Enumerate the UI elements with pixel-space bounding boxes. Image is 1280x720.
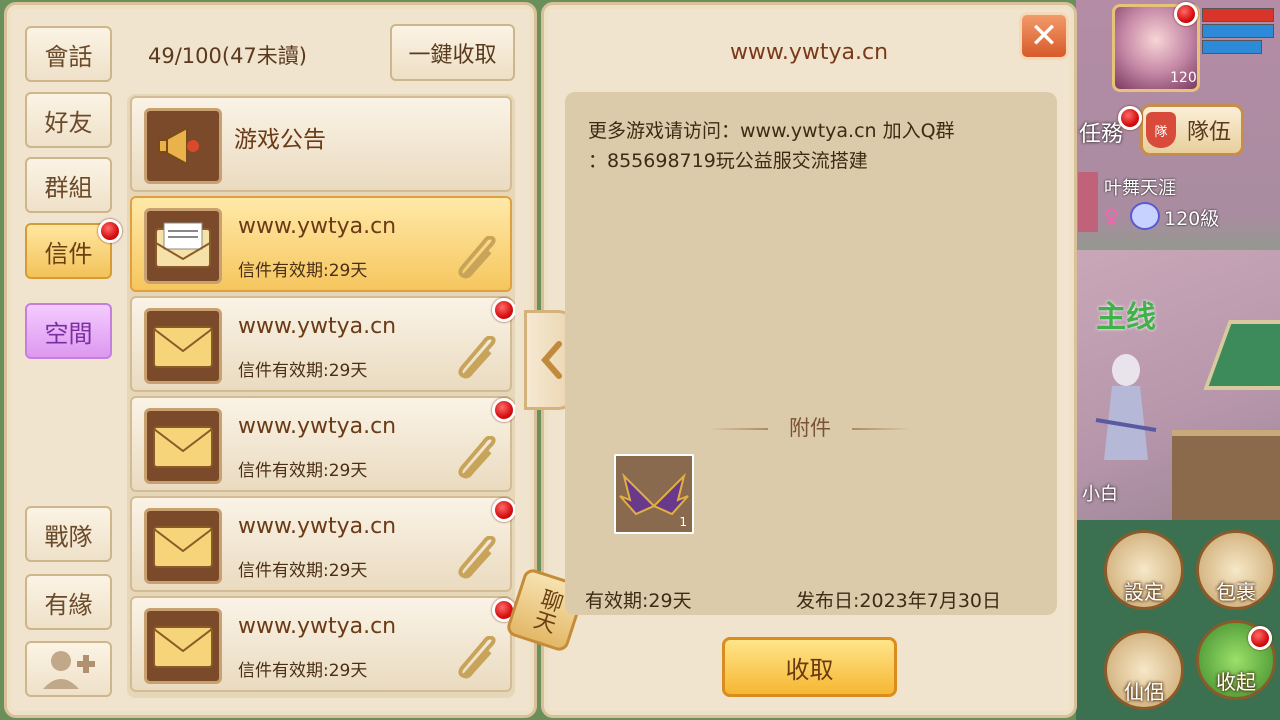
teammate-portrait [1078, 172, 1098, 232]
unread-dot [492, 298, 515, 322]
mail-title: www.ywtya.cn [238, 614, 397, 639]
tab-label: 有緣 [44, 590, 93, 619]
teammate-card[interactable]: 叶舞天涯 ♀ 120級 [1078, 172, 1278, 232]
hp-bar [1202, 8, 1274, 22]
envelope-icon [144, 408, 222, 484]
settings-label: 設定 [1124, 580, 1164, 604]
tab-label: 信件 [44, 239, 93, 268]
tab-label: 群組 [44, 173, 93, 202]
megaphone-icon [144, 108, 222, 184]
envelope-icon [144, 608, 222, 684]
mail-expiry: 信件有效期:29天 [238, 261, 368, 281]
fold-notification-dot [1248, 626, 1272, 650]
tab-conversation[interactable]: 會話 [25, 26, 112, 82]
mail-title: www.ywtya.cn [238, 314, 397, 339]
quest-partial-text: 任務 [1079, 122, 1124, 147]
attachment-item[interactable]: 1 [614, 454, 694, 534]
unread-dot [492, 398, 515, 422]
tab-space[interactable]: 空間 [25, 303, 112, 359]
paperclip-icon [458, 336, 496, 379]
attachment-label: 附件 [789, 416, 831, 440]
avatar-level: 120 [1170, 70, 1197, 86]
unread-dot [492, 498, 515, 522]
mail-expiry: 信件有效期:29天 [238, 661, 368, 681]
mail-expiry: 信件有效期:29天 [238, 361, 368, 381]
mail-title: www.ywtya.cn [238, 514, 397, 539]
quest-text[interactable]: 主线 [1096, 292, 1156, 336]
world-fence [1172, 430, 1280, 520]
tab-mail[interactable]: 信件 [25, 219, 122, 279]
envelope-icon [144, 308, 222, 384]
mail-list[interactable]: 游戏公告 www.ywtya.cn 信件有效期:29天 www.ywtya.cn… [127, 94, 515, 698]
exp-bar [1202, 40, 1262, 54]
mail-validity: 有效期:29天 [585, 590, 692, 612]
paperclip-icon [458, 236, 496, 279]
notice-item[interactable]: 游戏公告 [130, 96, 512, 192]
tab-label: 會話 [44, 42, 93, 71]
chevron-left-icon [541, 341, 562, 379]
mail-expiry: 信件有效期:29天 [238, 561, 368, 581]
mp-bar [1202, 24, 1274, 38]
partner-button[interactable]: 仙侶 [1104, 630, 1184, 710]
open-letter-icon [144, 208, 222, 284]
bag-label: 包裹 [1216, 580, 1256, 604]
mail-detail-title: www.ywtya.cn [729, 40, 889, 65]
settings-button[interactable]: 設定 [1104, 530, 1184, 610]
avatar-notification-dot [1174, 2, 1198, 26]
partner-label: 仙侶 [1124, 680, 1164, 704]
tab-label: 好友 [44, 108, 93, 137]
team-label: 隊伍 [1186, 120, 1231, 145]
teammate-name: 叶舞天涯 [1104, 178, 1176, 199]
tab-team[interactable]: 戰隊 [25, 506, 112, 562]
envelope-icon [144, 508, 222, 584]
mail-item[interactable]: www.ywtya.cn 信件有效期:29天 [130, 496, 515, 592]
paperclip-icon [458, 636, 496, 679]
teammate-level: 120級 [1164, 208, 1220, 230]
mail-item[interactable]: www.ywtya.cn 信件有效期:29天 [130, 596, 515, 692]
female-icon: ♀ [1104, 204, 1119, 228]
tab-label: 戰隊 [44, 522, 93, 551]
receive-button[interactable]: 收取 [722, 637, 897, 697]
paperclip-icon [458, 536, 496, 579]
mail-expiry: 信件有效期:29天 [238, 461, 368, 481]
tab-friends[interactable]: 好友 [25, 92, 112, 148]
team-badge-icon: 隊 [1146, 112, 1176, 148]
mail-count: 49/100(47未讀) [148, 44, 307, 68]
add-person-icon [42, 651, 95, 689]
mail-title: www.ywtya.cn [238, 214, 397, 239]
collect-all-button[interactable]: 一鍵收取 [390, 24, 515, 81]
team-notification-dot [1118, 106, 1142, 130]
add-friend-button[interactable] [25, 641, 112, 697]
tab-affinity[interactable]: 有緣 [25, 574, 112, 630]
notice-title: 游戏公告 [234, 127, 326, 153]
npc-name[interactable]: 小白 [1082, 480, 1118, 506]
paperclip-icon [458, 436, 496, 479]
mail-item[interactable]: www.ywtya.cn 信件有效期:29天 [130, 296, 515, 392]
bag-button[interactable]: 包裹 [1196, 530, 1276, 610]
npc-character-icon[interactable] [1086, 350, 1166, 470]
publish-date: 发布日:2023年7月30日 [796, 590, 1002, 612]
class-icon [1130, 202, 1160, 230]
mail-item[interactable]: www.ywtya.cn 信件有效期:29天 [130, 196, 512, 292]
fold-label: 收起 [1216, 670, 1256, 694]
mail-body-text: 更多游戏请访问：www.ywtya.cn 加入Q群 ：855698719玩公益服… [588, 120, 955, 172]
attachment-quantity: 1 [679, 515, 687, 529]
mail-item[interactable]: www.ywtya.cn 信件有效期:29天 [130, 396, 515, 492]
tab-label: 空間 [44, 319, 93, 348]
tab-groups[interactable]: 群組 [25, 157, 112, 213]
mail-notification-dot [98, 219, 122, 243]
mail-title: www.ywtya.cn [238, 414, 397, 439]
